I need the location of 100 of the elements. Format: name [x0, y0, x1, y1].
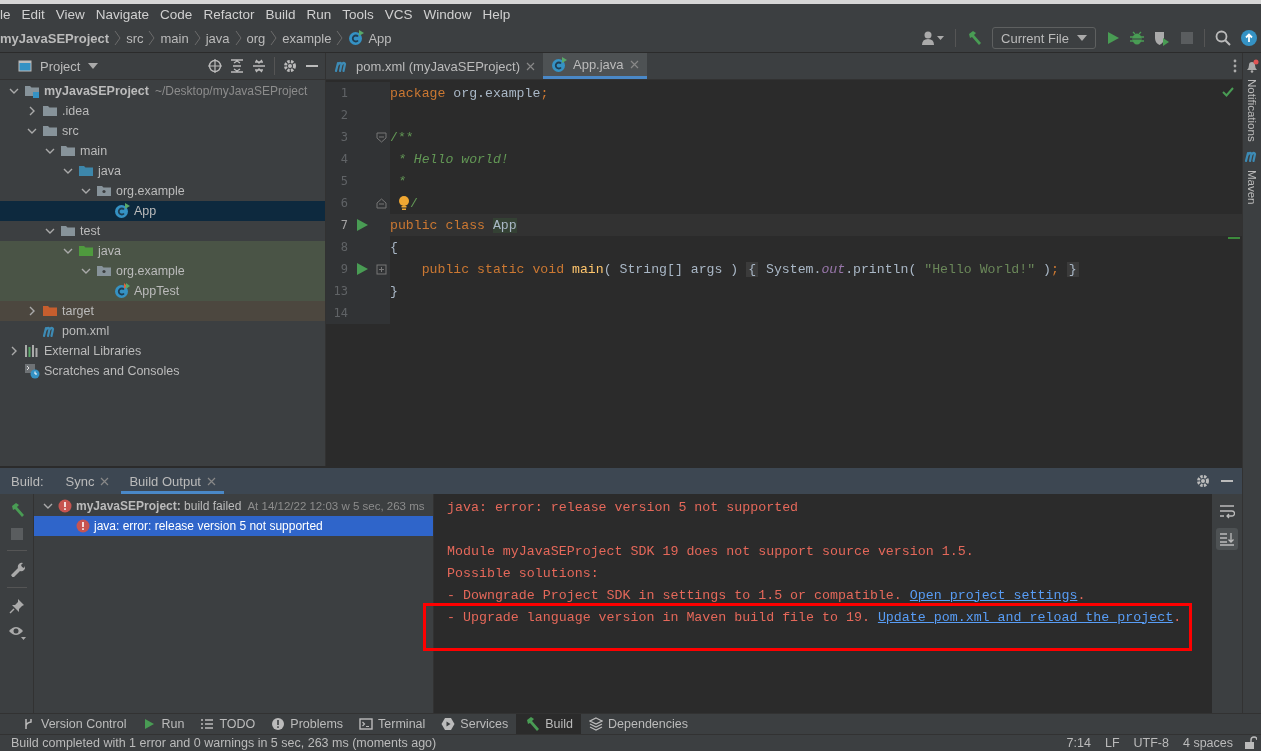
breadcrumb[interactable]: src [126, 30, 144, 46]
tree-row[interactable]: java: error: release version 5 not supported [34, 516, 433, 536]
editor-tab[interactable]: pom.xml (myJavaSEProject) [326, 53, 543, 79]
menu-item[interactable]: Navigate [95, 6, 150, 22]
tree-item-label[interactable]: org.example [116, 264, 185, 278]
tab[interactable]: Sync [57, 468, 118, 494]
user-icon[interactable] [921, 30, 946, 46]
tool-window-button[interactable]: Problems [263, 714, 352, 734]
menu-item[interactable]: Build [265, 6, 296, 22]
tree-item-label[interactable]: main [80, 144, 108, 158]
tree-row[interactable]: myJavaSEProject ~/Desktop/myJavaSEProject [0, 81, 325, 101]
status-item[interactable]: 4 spaces [1182, 736, 1233, 750]
bug-icon[interactable] [1130, 31, 1144, 45]
tree-row[interactable]: AppTest [0, 281, 325, 301]
tree-item-label[interactable]: java [98, 164, 121, 178]
breadcrumb[interactable]: App [348, 30, 392, 46]
tree-row[interactable]: java [0, 161, 325, 181]
tree-row[interactable]: org.example [0, 261, 325, 281]
status-item[interactable]: LF [1104, 736, 1120, 750]
caret-icon[interactable] [88, 63, 99, 69]
tool-window-button[interactable]: Dependencies [581, 714, 696, 734]
run-icon[interactable] [356, 219, 368, 231]
tree-row[interactable]: Scratches and Consoles [0, 361, 325, 381]
lock-icon[interactable] [1243, 736, 1257, 750]
pin-icon[interactable] [8, 598, 25, 614]
link[interactable]: Open project settings [909, 587, 1078, 603]
fold-icon[interactable] [376, 197, 387, 209]
search-icon[interactable] [1215, 30, 1231, 46]
tool-window-button[interactable]: Build [516, 714, 582, 734]
link[interactable]: Update pom.xml and reload the project [877, 609, 1174, 625]
tree-item-label[interactable]: .idea [62, 104, 90, 118]
breadcrumb[interactable]: java [205, 30, 230, 46]
settings-icon[interactable] [1196, 474, 1210, 488]
settings-icon[interactable] [283, 59, 297, 73]
tree-row[interactable]: .idea [0, 101, 325, 121]
tool-window-button[interactable]: Maven [1246, 169, 1258, 205]
fold-icon[interactable] [376, 131, 387, 143]
close-icon[interactable] [526, 61, 535, 71]
eye-icon[interactable] [7, 624, 26, 640]
run-config-dropdown[interactable]: Current File [992, 27, 1096, 49]
tree-row[interactable]: org.example [0, 181, 325, 201]
menu-item[interactable]: Tools [342, 6, 374, 22]
breadcrumb[interactable]: org [246, 30, 266, 46]
tree-item-label[interactable]: test [80, 224, 101, 238]
menu-item[interactable]: Refactor [203, 6, 255, 22]
tree-row[interactable]: src [0, 121, 325, 141]
breadcrumb[interactable]: example [282, 30, 332, 46]
tool-window-button[interactable]: Version Control [14, 714, 135, 734]
menu-item[interactable]: View [55, 6, 85, 22]
status-item[interactable]: 7:14 [1066, 736, 1091, 750]
tool-window-button[interactable]: Terminal [351, 714, 434, 734]
tree-item-label[interactable]: myJavaSEProject [44, 84, 149, 98]
menu-item[interactable]: le [0, 6, 11, 22]
menu-item[interactable]: Edit [21, 6, 45, 22]
tool-window-button[interactable]: Services [433, 714, 517, 734]
close-icon[interactable] [207, 476, 216, 486]
menu-item[interactable]: Run [306, 6, 332, 22]
tree-row[interactable]: main [0, 141, 325, 161]
bell-icon[interactable] [1245, 59, 1259, 73]
tree-row[interactable]: java [0, 241, 325, 261]
wrench-icon[interactable] [8, 561, 25, 577]
tab[interactable]: Build Output [121, 468, 224, 494]
scroll-to-end-button[interactable] [1216, 528, 1238, 550]
run-icon[interactable] [1106, 31, 1120, 45]
tree-row[interactable]: myJavaSEProject: build failed At 14/12/22 12:03 w 5 sec, 263 ms [34, 496, 433, 516]
collapse-all-icon[interactable] [252, 59, 266, 73]
tree-item-label[interactable]: target [62, 304, 94, 318]
unfold-icon[interactable] [376, 263, 387, 275]
tree-item-label[interactable]: org.example [116, 184, 185, 198]
tool-window-button[interactable]: Run [134, 714, 193, 734]
menu-item[interactable]: Help [482, 6, 511, 22]
tree-item-label[interactable]: App [134, 204, 157, 218]
menu-item[interactable]: VCS [384, 6, 413, 22]
tree-item-label[interactable]: java [98, 244, 121, 258]
panel-title[interactable]: Project [40, 58, 81, 74]
tree-row[interactable]: App [0, 201, 325, 221]
update-icon[interactable] [1241, 30, 1257, 46]
tool-window-button[interactable]: TODO [192, 714, 264, 734]
tree-row[interactable]: target [0, 301, 325, 321]
tree-item-label[interactable]: External Libraries [44, 344, 142, 358]
breadcrumb[interactable]: main [160, 30, 189, 46]
shield-icon[interactable] [1154, 30, 1170, 46]
status-item[interactable]: UTF-8 [1133, 736, 1169, 750]
tree-row[interactable]: test [0, 221, 325, 241]
tree-item-label[interactable]: Scratches and Consoles [44, 364, 180, 378]
hammer-icon[interactable] [966, 30, 983, 46]
tree-row[interactable]: pom.xml [0, 321, 325, 341]
tree-item-label[interactable]: src [62, 124, 79, 138]
run-icon[interactable] [356, 263, 368, 275]
breadcrumb[interactable]: myJavaSEProject [0, 30, 110, 46]
close-icon[interactable] [100, 476, 110, 486]
lightbulb-icon[interactable] [398, 195, 410, 211]
tree-row[interactable]: External Libraries [0, 341, 325, 361]
tool-window-button[interactable]: Notifications [1246, 79, 1258, 142]
tree-item-label[interactable]: AppTest [134, 284, 180, 298]
menu-item[interactable]: Window [423, 6, 472, 22]
menu-item[interactable]: Code [160, 6, 193, 22]
tree-item-label[interactable]: pom.xml [62, 324, 110, 338]
expand-all-icon[interactable] [230, 59, 244, 73]
editor-tab[interactable]: App.java [543, 53, 647, 79]
